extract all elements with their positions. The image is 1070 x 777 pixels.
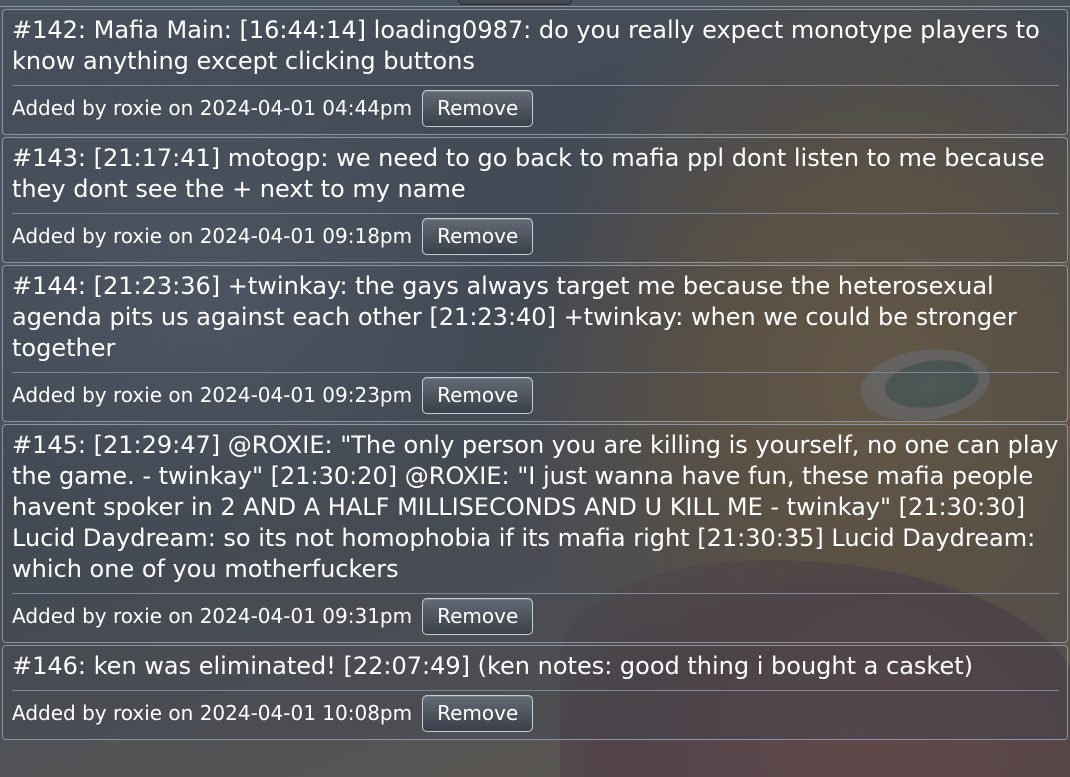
quote-meta: Added by roxie on 2024-04-01 10:08pm [12, 701, 413, 725]
remove-button[interactable]: Remove [422, 376, 534, 414]
remove-button[interactable]: Remove [422, 89, 534, 127]
quote-text: #144: [21:23:36] +twinkay: the gays alwa… [12, 271, 1059, 373]
quote-entry: #144: [21:23:36] +twinkay: the gays alwa… [2, 265, 1068, 422]
quote-text: #142: Mafia Main: [16:44:14] loading0987… [12, 15, 1059, 86]
quote-text: #145: [21:29:47] @ROXIE: "The only perso… [12, 430, 1059, 594]
quote-footer: Added by roxie on 2024-04-01 10:08pm Rem… [12, 691, 1059, 735]
quote-footer: Added by roxie on 2024-04-01 04:44pm Rem… [12, 86, 1059, 130]
quote-meta: Added by roxie on 2024-04-01 09:31pm [12, 604, 413, 628]
quote-footer: Added by roxie on 2024-04-01 09:31pm Rem… [12, 594, 1059, 638]
quote-meta: Added by roxie on 2024-04-01 09:18pm [12, 224, 413, 248]
previous-remove-button-edge[interactable] [458, 0, 572, 5]
previous-entry-edge [0, 0, 1070, 7]
quote-entry: #146: ken was eliminated! [22:07:49] (ke… [2, 645, 1068, 740]
remove-button[interactable]: Remove [422, 217, 534, 255]
quote-entry: #142: Mafia Main: [16:44:14] loading0987… [2, 9, 1068, 135]
quote-footer: Added by roxie on 2024-04-01 09:23pm Rem… [12, 373, 1059, 417]
quote-text: #146: ken was eliminated! [22:07:49] (ke… [12, 651, 1059, 691]
quote-text: #143: [21:17:41] motogp: we need to go b… [12, 143, 1059, 214]
quote-list: #142: Mafia Main: [16:44:14] loading0987… [0, 0, 1070, 740]
quote-entry: #143: [21:17:41] motogp: we need to go b… [2, 137, 1068, 263]
quote-meta: Added by roxie on 2024-04-01 04:44pm [12, 96, 413, 120]
remove-button[interactable]: Remove [422, 597, 534, 635]
remove-button[interactable]: Remove [422, 694, 534, 732]
quote-footer: Added by roxie on 2024-04-01 09:18pm Rem… [12, 214, 1059, 258]
quote-entry: #145: [21:29:47] @ROXIE: "The only perso… [2, 424, 1068, 643]
quote-meta: Added by roxie on 2024-04-01 09:23pm [12, 383, 413, 407]
